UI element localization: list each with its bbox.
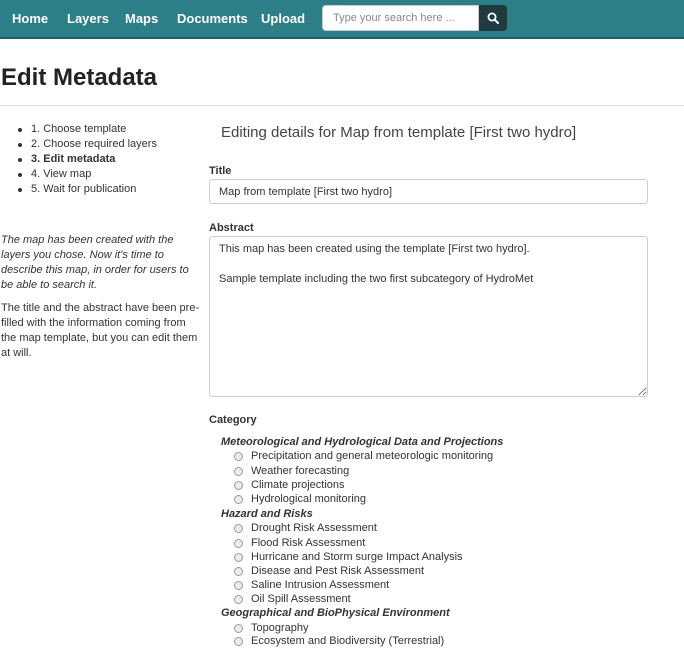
category-group-heading: Meteorological and Hydrological Data and…: [221, 436, 504, 448]
radio-button[interactable]: [234, 452, 243, 461]
category-option-label: Climate projections: [251, 479, 345, 491]
step-item: 1. Choose template: [18, 122, 157, 137]
category-option-label: Hydrological monitoring: [251, 493, 366, 505]
radio-button[interactable]: [234, 567, 243, 576]
radio-button[interactable]: [234, 553, 243, 562]
category-group-heading: Hazard and Risks: [221, 508, 313, 520]
category-label: Category: [209, 414, 257, 426]
radio-button[interactable]: [234, 637, 243, 646]
title-field[interactable]: [209, 179, 648, 204]
category-option-label: Hurricane and Storm surge Impact Analysi…: [251, 551, 463, 563]
step-item: 5. Wait for publication: [18, 182, 157, 197]
category-option-label: Saline Intrusion Assessment: [251, 579, 390, 591]
nav-layers-link[interactable]: Layers: [67, 11, 109, 26]
wizard-steps: 1. Choose template 2. Choose required la…: [18, 122, 157, 197]
category-option-label: Oil Spill Assessment: [251, 593, 351, 605]
radio-button[interactable]: [234, 624, 243, 633]
category-option-label: Flood Risk Assessment: [251, 537, 366, 549]
radio-button[interactable]: [234, 495, 243, 504]
category-option-label: Ecosystem and Biodiversity (Terrestrial): [251, 635, 445, 647]
search-input[interactable]: [322, 5, 479, 31]
step-item: 2. Choose required layers: [18, 137, 157, 152]
page-title: Edit Metadata: [1, 64, 158, 91]
radio-button[interactable]: [234, 581, 243, 590]
category-group-heading: Geographical and BioPhysical Environment: [221, 607, 450, 619]
form-heading: Editing details for Map from template [F…: [221, 124, 577, 141]
abstract-field[interactable]: This map has been created using the temp…: [209, 236, 648, 397]
radio-button[interactable]: [234, 467, 243, 476]
step-item-active: 3. Edit metadata: [18, 152, 157, 167]
category-option-label: Topography: [251, 622, 309, 634]
category-option-label: Weather forecasting: [251, 465, 350, 477]
category-option-label: Precipitation and general meteorologic m…: [251, 450, 494, 462]
title-label: Title: [209, 165, 232, 177]
step-item: 4. View map: [18, 167, 157, 182]
radio-button[interactable]: [234, 524, 243, 533]
sidebar-note-text: The title and the abstract have been pre…: [1, 302, 200, 359]
nav-upload-link[interactable]: Upload: [261, 11, 305, 26]
search-icon: [487, 12, 499, 24]
abstract-label: Abstract: [209, 222, 254, 234]
nav-home-link[interactable]: Home: [12, 11, 48, 26]
radio-button[interactable]: [234, 481, 243, 490]
radio-button[interactable]: [234, 595, 243, 604]
nav-documents-link[interactable]: Documents: [177, 11, 248, 26]
top-navbar: Home Layers Maps Documents Upload: [0, 0, 684, 39]
category-option-label: Drought Risk Assessment: [251, 522, 377, 534]
category-option-label: Disease and Pest Risk Assessment: [251, 565, 425, 577]
radio-button[interactable]: [234, 539, 243, 548]
title-divider: [0, 105, 684, 106]
sidebar-intro-text: The map has been created with the layers…: [1, 234, 189, 291]
nav-maps-link[interactable]: Maps: [125, 11, 158, 26]
search-button[interactable]: [479, 5, 507, 31]
